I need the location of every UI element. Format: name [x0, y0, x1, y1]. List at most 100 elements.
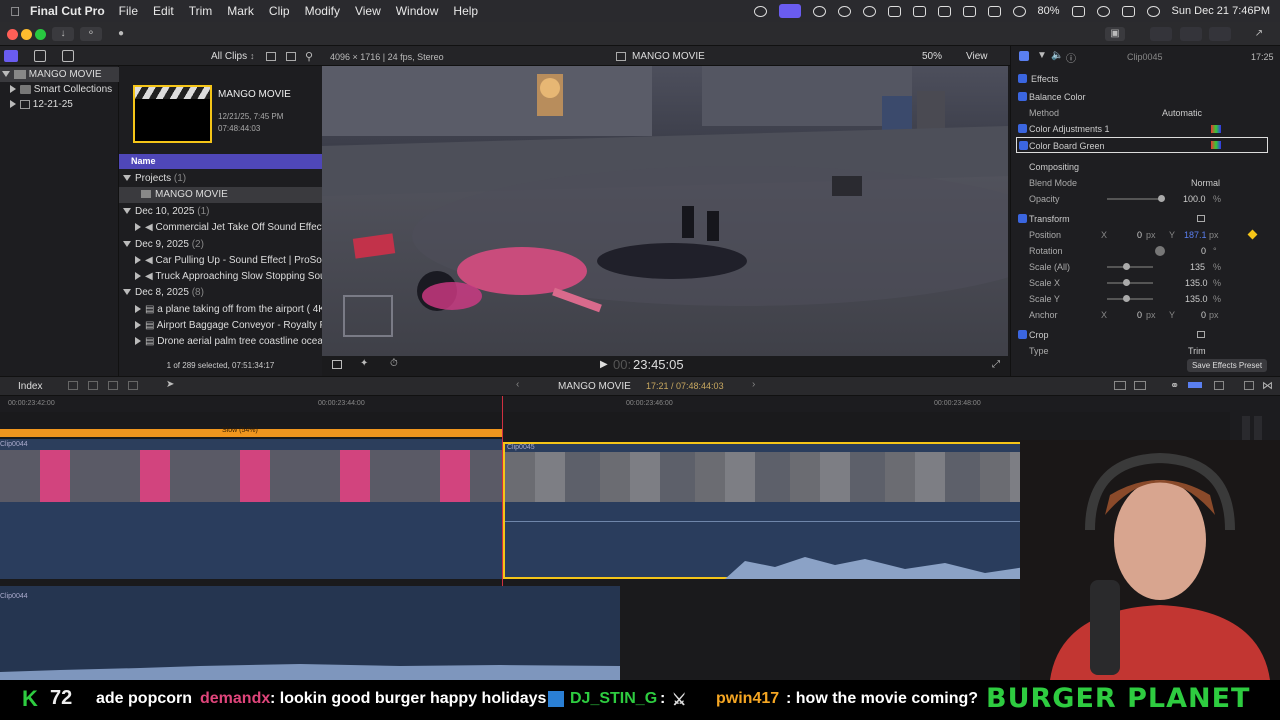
opacity-slider[interactable] — [1107, 198, 1163, 200]
view-dropdown[interactable]: View — [966, 51, 988, 62]
scale-x-slider[interactable] — [1107, 282, 1153, 284]
forward-arrow-icon[interactable]: › — [752, 379, 755, 390]
overwrite-clip-icon[interactable] — [128, 381, 138, 390]
app-name[interactable]: Final Cut Pro — [30, 4, 105, 18]
sync-icon[interactable] — [753, 5, 767, 17]
menu-clip[interactable]: Clip — [269, 4, 290, 18]
video-inspector-icon[interactable] — [1019, 51, 1029, 61]
scale-y-knob[interactable] — [1123, 295, 1130, 302]
menu-help[interactable]: Help — [453, 4, 478, 18]
keyframe-icon[interactable] — [1247, 229, 1258, 240]
timeline-toggle-icon[interactable] — [1180, 27, 1202, 41]
clip-left[interactable]: Clip0044 — [0, 439, 502, 579]
clock[interactable]: Sun Dec 21 7:46PM — [1172, 5, 1270, 17]
browser-row-clip[interactable]: ▤ a plane taking off from the airport ( … — [119, 302, 322, 318]
libraries-icon[interactable] — [4, 50, 18, 62]
zoom-window-button[interactable] — [35, 29, 46, 40]
library-item-mango-movie[interactable]: MANGO MOVIE — [0, 67, 119, 82]
monitor-icon[interactable] — [937, 5, 951, 17]
retime-label[interactable]: Slow (54%) — [222, 427, 258, 434]
photos-icon[interactable] — [34, 50, 46, 62]
browser-row-projects[interactable]: Projects (1) — [119, 171, 322, 187]
browser-row-clip[interactable]: ▤ Airport Baggage Conveyor - Royalty Fre… — [119, 318, 322, 334]
connect-clip-icon[interactable] — [68, 381, 78, 390]
scale-all-value[interactable]: 135 — [1190, 259, 1205, 275]
browser-toggle-icon[interactable] — [1150, 27, 1172, 41]
control-center-icon[interactable] — [1121, 5, 1135, 17]
crop-icon[interactable] — [332, 360, 342, 369]
color-board-row[interactable]: Color Board Green — [1016, 137, 1268, 153]
append-clip-icon[interactable] — [108, 381, 118, 390]
opacity-slider-knob[interactable] — [1158, 195, 1165, 202]
keywords-icon[interactable]: ⚬ — [80, 27, 102, 41]
screen-capture-icon[interactable] — [778, 4, 801, 18]
color-board-icon[interactable] — [1211, 125, 1221, 133]
back-arrow-icon[interactable]: ‹ — [516, 379, 519, 390]
browser-row-clip[interactable]: ◀ Commercial Jet Take Off Sound Effect — [119, 220, 322, 236]
record-icon[interactable] — [812, 5, 826, 17]
scale-y-value[interactable]: 135.0 — [1185, 291, 1208, 307]
menu-edit[interactable]: Edit — [153, 4, 174, 18]
headphones-icon[interactable]: ⚭ — [1170, 379, 1179, 392]
scale-all-knob[interactable] — [1123, 263, 1130, 270]
audio-skimming-icon[interactable] — [1114, 381, 1126, 390]
import-icon[interactable]: ↓ — [52, 27, 74, 41]
browser-row-date[interactable]: Dec 8, 2025 (8) — [119, 285, 322, 301]
background-tasks-icon[interactable]: ● — [110, 27, 132, 41]
scale-all-slider[interactable] — [1107, 266, 1153, 268]
color-board-checkbox[interactable] — [1019, 141, 1028, 150]
siri-icon[interactable] — [1146, 5, 1160, 17]
crop-overlay-icon[interactable] — [1197, 331, 1205, 338]
spotlight-icon[interactable] — [1096, 5, 1110, 17]
color-adjustments-row[interactable]: Color Adjustments 1 — [1011, 121, 1280, 137]
method-dropdown[interactable]: Automatic — [1162, 105, 1202, 121]
crop-type-dropdown[interactable]: Trim — [1188, 343, 1206, 359]
volume-icon[interactable] — [887, 5, 901, 17]
browser-row-clip[interactable]: ◀ Truck Approaching Slow Stopping Sound — [119, 269, 322, 285]
scale-y-slider[interactable] — [1107, 298, 1153, 300]
fullscreen-icon[interactable]: ⤢ — [992, 359, 1000, 370]
select-tool-icon[interactable]: ➤ — [166, 379, 174, 390]
menu-trim[interactable]: Trim — [189, 4, 213, 18]
browser-row-clip[interactable]: ◀ Car Pulling Up - Sound Effect | ProSou… — [119, 253, 322, 269]
clip-appearance-icon[interactable] — [286, 52, 296, 61]
close-window-button[interactable] — [7, 29, 18, 40]
chevron-updown-icon[interactable]: ↕ — [250, 51, 255, 61]
list-view-icon[interactable] — [266, 52, 276, 61]
opacity-value[interactable]: 100.0 — [1183, 191, 1206, 207]
skimming-icon[interactable] — [1134, 381, 1146, 390]
enhance-icon[interactable]: ✦ — [360, 358, 368, 369]
position-y-value[interactable]: 187.1 — [1184, 227, 1207, 243]
dnd-icon[interactable] — [987, 5, 1001, 17]
name-column-header[interactable]: Name — [119, 154, 322, 169]
minimize-window-button[interactable] — [21, 29, 32, 40]
browser-row-clip[interactable]: ▤ Drone aerial palm tree coastline ocean… — [119, 334, 322, 350]
filter-inspector-icon[interactable]: ▼ — [1037, 50, 1047, 61]
display-icon[interactable] — [837, 5, 851, 17]
inspector-toggle-icon[interactable] — [1209, 27, 1231, 41]
clip-appearance-icon[interactable] — [1214, 381, 1224, 390]
layout-icon[interactable]: ▣ — [1105, 27, 1125, 41]
library-item-event[interactable]: 12-21-25 — [0, 97, 119, 112]
balance-color-row[interactable]: Balance Color — [1011, 89, 1280, 105]
balance-color-checkbox[interactable] — [1018, 92, 1027, 101]
zoom-dropdown[interactable]: 50% — [922, 51, 942, 62]
anchor-y-value[interactable]: 0 — [1201, 307, 1206, 323]
play-icon[interactable]: ▶ — [600, 359, 608, 370]
menu-file[interactable]: File — [119, 4, 138, 18]
cast-icon[interactable] — [912, 5, 926, 17]
bluetooth-icon[interactable] — [962, 5, 976, 17]
timeline-ruler[interactable]: 00:00:23:42:00 00:00:23:44:00 00:00:23:4… — [0, 396, 1230, 412]
share-icon[interactable]: ↗ — [1250, 27, 1268, 41]
color-adjustments-checkbox[interactable] — [1018, 124, 1027, 133]
info-inspector-icon[interactable]: ⓘ — [1066, 50, 1076, 65]
rotation-value[interactable]: 0 — [1201, 243, 1206, 259]
crop-section[interactable]: Crop — [1011, 327, 1280, 343]
menu-modify[interactable]: Modify — [305, 4, 340, 18]
menu-view[interactable]: View — [355, 4, 381, 18]
anchor-x-value[interactable]: 0 — [1137, 307, 1142, 323]
browser-row-date[interactable]: Dec 10, 2025 (1) — [119, 204, 322, 220]
project-thumbnail[interactable] — [133, 85, 212, 143]
save-effects-preset-button[interactable]: Save Effects Preset — [1187, 359, 1267, 372]
browser-row-date[interactable]: Dec 9, 2025 (2) — [119, 237, 322, 253]
